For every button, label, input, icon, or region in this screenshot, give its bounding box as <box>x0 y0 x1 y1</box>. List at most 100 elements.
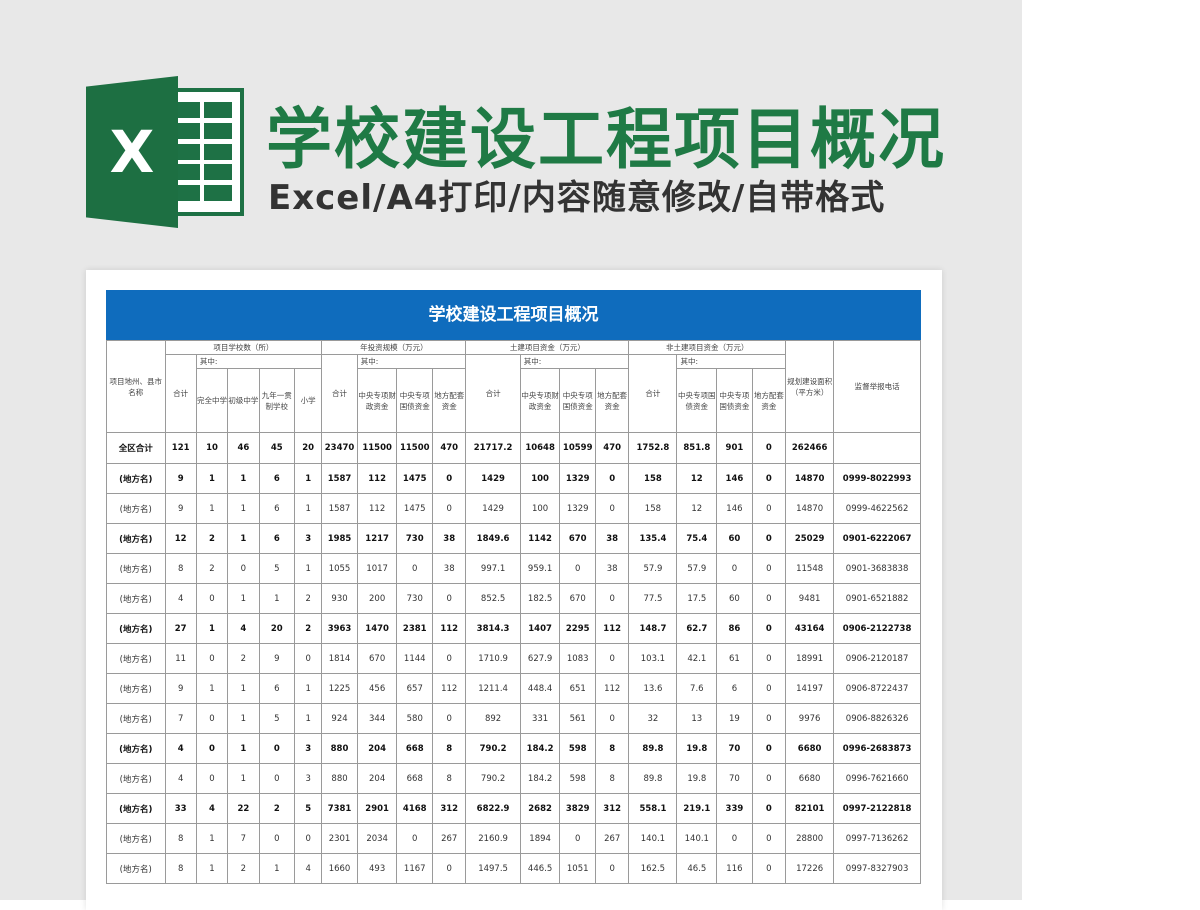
value-cell: 10 <box>195 432 229 464</box>
value-cell: 9 <box>164 493 197 524</box>
value-cell: 267 <box>594 823 630 854</box>
value-cell: 2 <box>258 793 296 824</box>
value-cell: 2 <box>227 853 260 884</box>
value-cell: 312 <box>431 793 467 824</box>
spreadsheet-preview-card: 学校建设工程项目概况 项目地州、县市名称 项目学校数（所） 年投资规模（万元） … <box>86 270 942 910</box>
value-cell: 1660 <box>321 853 358 884</box>
value-cell: 112 <box>594 673 630 704</box>
value-cell: 1 <box>258 853 296 884</box>
value-cell: 1329 <box>559 463 596 494</box>
value-cell: 89.8 <box>628 763 678 794</box>
value-cell: 6 <box>716 673 753 704</box>
header-invest-total: 合计 <box>321 354 358 433</box>
value-cell: 19 <box>716 703 753 734</box>
value-cell: 2 <box>294 613 323 644</box>
value-cell: 0 <box>258 733 296 764</box>
header-primary: 小学 <box>294 368 323 433</box>
value-cell: 470 <box>431 432 467 464</box>
value-cell: 25029 <box>785 523 835 554</box>
value-cell: 45 <box>258 432 296 464</box>
value-cell: 1475 <box>396 463 433 494</box>
header-civil-central-fiscal: 中央专项财政资金 <box>519 368 561 433</box>
value-cell: 339 <box>716 793 753 824</box>
value-cell: 0 <box>195 643 229 674</box>
value-cell: 1 <box>294 673 323 704</box>
table-row: (地方名) 4 0 1 0 3 880 204 668 8 790.2 184.2 598 8 89.8 19… <box>106 733 921 764</box>
value-cell: 598 <box>559 763 596 794</box>
value-cell: 0 <box>431 463 467 494</box>
value-cell: 1 <box>227 673 260 704</box>
value-cell: 2 <box>227 643 260 674</box>
phone-cell: 0906-2120187 <box>833 643 921 674</box>
value-cell: 0 <box>431 853 467 884</box>
region-name-cell: (地方名) <box>106 733 166 764</box>
phone-cell: 0996-7621660 <box>833 763 921 794</box>
value-cell: 4 <box>164 583 197 614</box>
value-cell: 344 <box>356 703 398 734</box>
value-cell: 0 <box>751 763 787 794</box>
header-invest-local: 地方配套资金 <box>431 368 467 433</box>
value-cell: 1587 <box>321 493 358 524</box>
value-cell: 1710.9 <box>465 643 521 674</box>
value-cell: 0 <box>716 553 753 584</box>
value-cell: 997.1 <box>465 553 521 584</box>
region-name-cell: (地方名) <box>106 583 166 614</box>
value-cell: 112 <box>431 673 467 704</box>
value-cell: 11500 <box>396 432 433 464</box>
value-cell: 1475 <box>396 493 433 524</box>
value-cell: 0 <box>751 463 787 494</box>
value-cell: 657 <box>396 673 433 704</box>
value-cell: 135.4 <box>628 523 678 554</box>
value-cell: 0 <box>751 432 787 464</box>
value-cell: 28800 <box>785 823 835 854</box>
excel-logo-icon: X <box>86 76 248 228</box>
value-cell: 730 <box>396 523 433 554</box>
value-cell: 0 <box>294 823 323 854</box>
phone-cell <box>833 432 921 464</box>
value-cell: 140.1 <box>676 823 718 854</box>
region-name-cell: (地方名) <box>106 853 166 884</box>
phone-cell: 0997-2122818 <box>833 793 921 824</box>
value-cell: 100 <box>519 463 561 494</box>
value-cell: 0 <box>431 643 467 674</box>
value-cell: 46 <box>227 432 260 464</box>
value-cell: 12 <box>164 523 197 554</box>
header-full-middle: 完全中学 <box>195 368 229 433</box>
value-cell: 1587 <box>321 463 358 494</box>
value-cell: 0 <box>751 853 787 884</box>
value-cell: 146 <box>716 463 753 494</box>
value-cell: 0 <box>559 553 596 584</box>
excel-badge-letter: X <box>109 118 155 186</box>
header-noncivil-ofwhich: 其中: <box>676 354 787 369</box>
header-civil-ofwhich: 其中: <box>519 354 630 369</box>
value-cell: 82101 <box>785 793 835 824</box>
value-cell: 959.1 <box>519 553 561 584</box>
value-cell: 0 <box>195 733 229 764</box>
value-cell: 2 <box>195 553 229 584</box>
value-cell: 20 <box>258 613 296 644</box>
value-cell: 27 <box>164 613 197 644</box>
value-cell: 2034 <box>356 823 398 854</box>
value-cell: 4168 <box>396 793 433 824</box>
value-cell: 0 <box>751 673 787 704</box>
value-cell: 1051 <box>559 853 596 884</box>
value-cell: 0 <box>396 553 433 584</box>
value-cell: 1 <box>294 463 323 494</box>
value-cell: 0 <box>195 583 229 614</box>
value-cell: 4 <box>227 613 260 644</box>
value-cell: 1429 <box>465 463 521 494</box>
value-cell: 0 <box>258 763 296 794</box>
value-cell: 0 <box>258 823 296 854</box>
phone-cell: 0906-8826326 <box>833 703 921 734</box>
value-cell: 1 <box>227 493 260 524</box>
value-cell: 730 <box>396 583 433 614</box>
header-nine-year: 九年一贯制学校 <box>258 368 296 433</box>
value-cell: 6680 <box>785 733 835 764</box>
value-cell: 0 <box>751 613 787 644</box>
value-cell: 9 <box>258 643 296 674</box>
value-cell: 924 <box>321 703 358 734</box>
value-cell: 0 <box>431 703 467 734</box>
spreadsheet: 学校建设工程项目概况 项目地州、县市名称 项目学校数（所） 年投资规模（万元） … <box>106 290 921 884</box>
value-cell: 7 <box>164 703 197 734</box>
value-cell: 3 <box>294 733 323 764</box>
